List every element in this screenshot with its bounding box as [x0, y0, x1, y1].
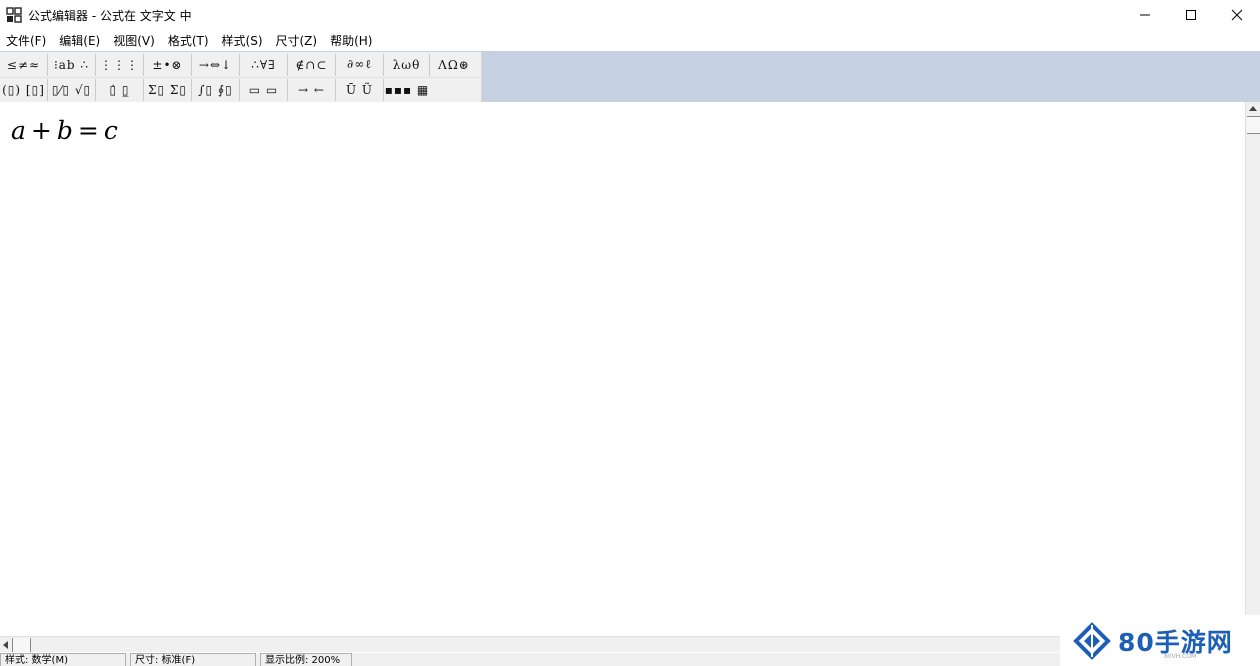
equation-editor-window: 公式编辑器 - 公式在 文字文 中 文件(F) 编辑(E) 视图(V) 格式(T…: [0, 0, 1260, 666]
arrow-symbols-button[interactable]: →⇔↓: [192, 53, 240, 76]
subscript-superscript-templates-button[interactable]: ▯̇ ▯̲: [96, 79, 144, 101]
greek-lowercase-button[interactable]: λωθ: [384, 53, 430, 76]
maximize-icon: [1186, 10, 1196, 20]
scroll-up-icon[interactable]: [1249, 106, 1257, 111]
watermark-subtext: 80VH.COM: [1164, 653, 1197, 660]
logical-symbols-button[interactable]: ∴∀∃: [240, 53, 288, 76]
status-size: 尺寸: 标准(F): [130, 653, 256, 666]
relational-symbols-button[interactable]: ≤≠≈: [0, 53, 48, 76]
fraction-radical-templates-button[interactable]: ▯⁄▯ √▯: [48, 79, 96, 101]
variable-b: b: [56, 116, 73, 145]
menu-size[interactable]: 尺寸(Z): [270, 31, 325, 51]
integral-templates-button[interactable]: ∫▯ ∮▯: [192, 79, 240, 101]
matrix-templates-button[interactable]: ▪▪▪ ▦: [384, 79, 430, 101]
scroll-left-icon[interactable]: [3, 641, 8, 649]
vertical-scroll-thumb[interactable]: [1247, 116, 1260, 134]
watermark-logo-icon: [1073, 621, 1111, 660]
operator-symbols-button[interactable]: ±•⊗: [144, 53, 192, 76]
close-icon: [1231, 9, 1243, 21]
menu-help[interactable]: 帮助(H): [324, 31, 379, 51]
greek-uppercase-button[interactable]: ΛΩ⊛: [430, 54, 478, 76]
equation-toolbar: ≤≠≈ ⁝ab ∴ ⋮⋮⋮ ±•⊗ →⇔↓ ∴∀∃ ∉∩⊂ ∂∞ℓ λωθ ΛΩ…: [0, 52, 482, 102]
menu-format[interactable]: 格式(T): [162, 31, 216, 51]
products-set-templates-button[interactable]: Ū Ũ: [336, 79, 384, 101]
window-controls: [1122, 0, 1260, 30]
horizontal-scrollbar[interactable]: [0, 636, 1060, 652]
window-title: 公式编辑器 - 公式在 文字文 中: [28, 8, 192, 23]
fence-templates-button[interactable]: (▯) [▯]: [0, 79, 48, 101]
status-bar: 样式: 数学(M) 尺寸: 标准(F) 显示比例: 200%: [0, 653, 1060, 666]
variable-c: c: [103, 116, 118, 145]
site-watermark: 80手游网 80VH.COM: [1062, 615, 1260, 666]
maximize-button[interactable]: [1168, 0, 1214, 30]
spaces-ellipses-button[interactable]: ⁝ab ∴: [48, 53, 96, 76]
labeled-arrow-templates-button[interactable]: → ←: [288, 79, 336, 101]
set-theory-symbols-button[interactable]: ∉∩⊂: [288, 53, 336, 76]
status-style: 样式: 数学(M): [0, 653, 126, 666]
close-button[interactable]: [1214, 0, 1260, 30]
embellishments-button[interactable]: ⋮⋮⋮: [96, 53, 144, 76]
template-palette-row: (▯) [▯] ▯⁄▯ √▯ ▯̇ ▯̲ Σ▯ Σ▯ ∫▯ ∮▯ ▭ ▭ → ←…: [0, 77, 481, 102]
menu-bar: 文件(F) 编辑(E) 视图(V) 格式(T) 样式(S) 尺寸(Z) 帮助(H…: [0, 31, 379, 51]
equals-operator: =: [77, 116, 99, 145]
status-zoom: 显示比例: 200%: [260, 653, 352, 666]
underbar-overbar-templates-button[interactable]: ▭ ▭: [240, 79, 288, 101]
summation-templates-button[interactable]: Σ▯ Σ▯: [144, 79, 192, 101]
symbol-palette-row: ≤≠≈ ⁝ab ∴ ⋮⋮⋮ ±•⊗ →⇔↓ ∴∀∃ ∉∩⊂ ∂∞ℓ λωθ ΛΩ…: [0, 52, 481, 77]
equation-edit-area[interactable]: a + b = c: [0, 102, 1245, 636]
minimize-icon: [1140, 14, 1150, 16]
horizontal-scroll-thumb[interactable]: [12, 638, 31, 652]
menu-style[interactable]: 样式(S): [216, 31, 270, 51]
menu-view[interactable]: 视图(V): [107, 31, 162, 51]
variable-a: a: [11, 116, 26, 145]
menu-edit[interactable]: 编辑(E): [53, 31, 107, 51]
plus-operator: +: [30, 116, 52, 145]
menu-file[interactable]: 文件(F): [0, 31, 53, 51]
vertical-scrollbar[interactable]: [1245, 102, 1260, 636]
app-icon: [6, 7, 22, 23]
minimize-button[interactable]: [1122, 0, 1168, 30]
title-bar: 公式编辑器 - 公式在 文字文 中: [0, 0, 1260, 30]
equation[interactable]: a + b = c: [11, 116, 118, 145]
misc-symbols-button[interactable]: ∂∞ℓ: [336, 53, 384, 76]
